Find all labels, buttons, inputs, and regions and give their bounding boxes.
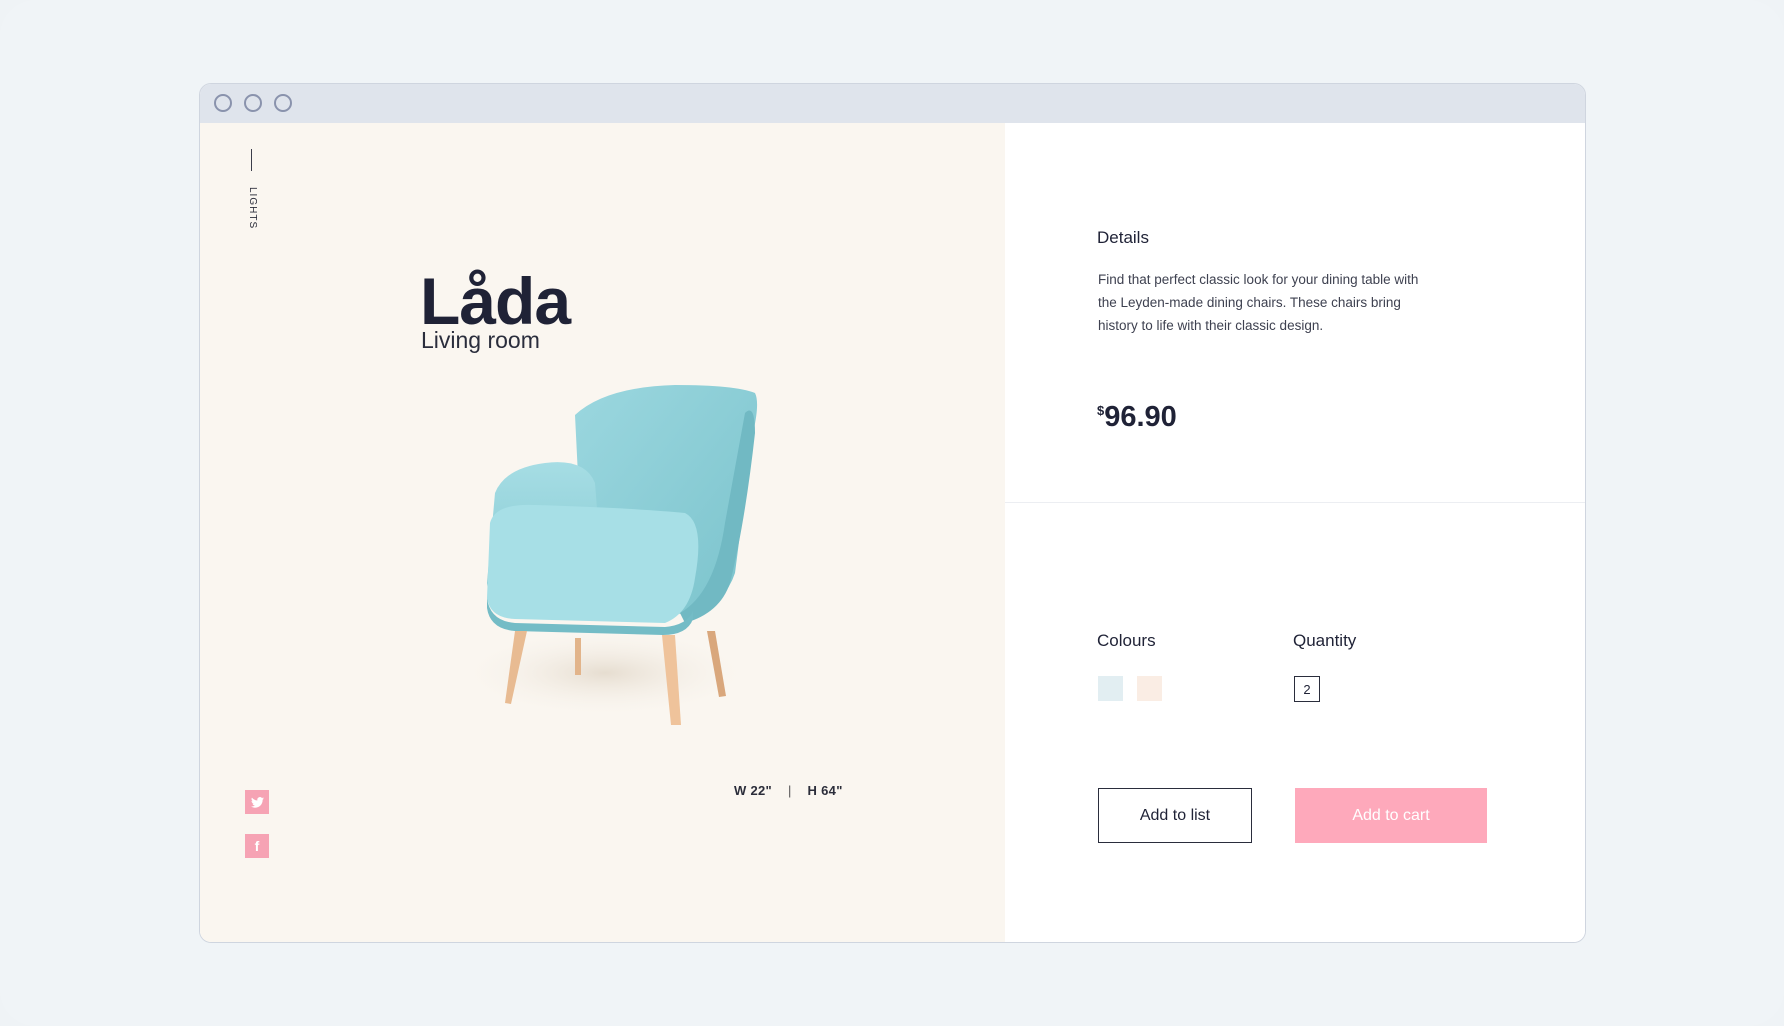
dimension-height: H 64"	[807, 783, 843, 798]
category-label[interactable]: LIGHTS	[244, 187, 258, 229]
product-subtitle: Living room	[421, 327, 540, 353]
window-maximize-button[interactable]	[274, 94, 292, 112]
product-price: $96.90	[1097, 401, 1177, 434]
section-divider	[1005, 502, 1585, 503]
quantity-heading: Quantity	[1293, 631, 1357, 650]
window-minimize-button[interactable]	[244, 94, 262, 112]
colour-swatch-cream[interactable]	[1137, 676, 1162, 701]
twitter-button[interactable]	[245, 790, 269, 814]
twitter-icon	[250, 796, 264, 808]
product-panel: LIGHTS Låda Living room W 22" | H 64" f	[200, 123, 1005, 942]
colours-heading: Colours	[1097, 631, 1156, 650]
product-description: Find that perfect classic look for your …	[1098, 272, 1419, 333]
facebook-icon: f	[254, 838, 260, 854]
window-close-button[interactable]	[214, 94, 232, 112]
colour-swatch-blue[interactable]	[1098, 676, 1123, 701]
quantity-input[interactable]: 2	[1294, 676, 1320, 702]
price-amount: 96.90	[1104, 401, 1177, 433]
price-currency: $	[1097, 403, 1105, 418]
facebook-button[interactable]: f	[245, 834, 269, 858]
details-panel: Details Find that perfect classic look f…	[1005, 123, 1585, 942]
window-titlebar	[200, 84, 1585, 123]
add-to-list-button[interactable]: Add to list	[1098, 788, 1252, 843]
details-heading: Details	[1097, 228, 1149, 247]
vertical-divider	[251, 149, 252, 171]
product-dimensions: W 22" | H 64"	[734, 783, 843, 798]
dimension-width: W 22"	[734, 783, 773, 798]
chair-image	[455, 385, 758, 725]
dimension-separator: |	[787, 783, 792, 798]
add-to-cart-button[interactable]: Add to cart	[1295, 788, 1487, 843]
browser-window: LIGHTS Låda Living room W 22" | H 64" f …	[199, 83, 1586, 943]
